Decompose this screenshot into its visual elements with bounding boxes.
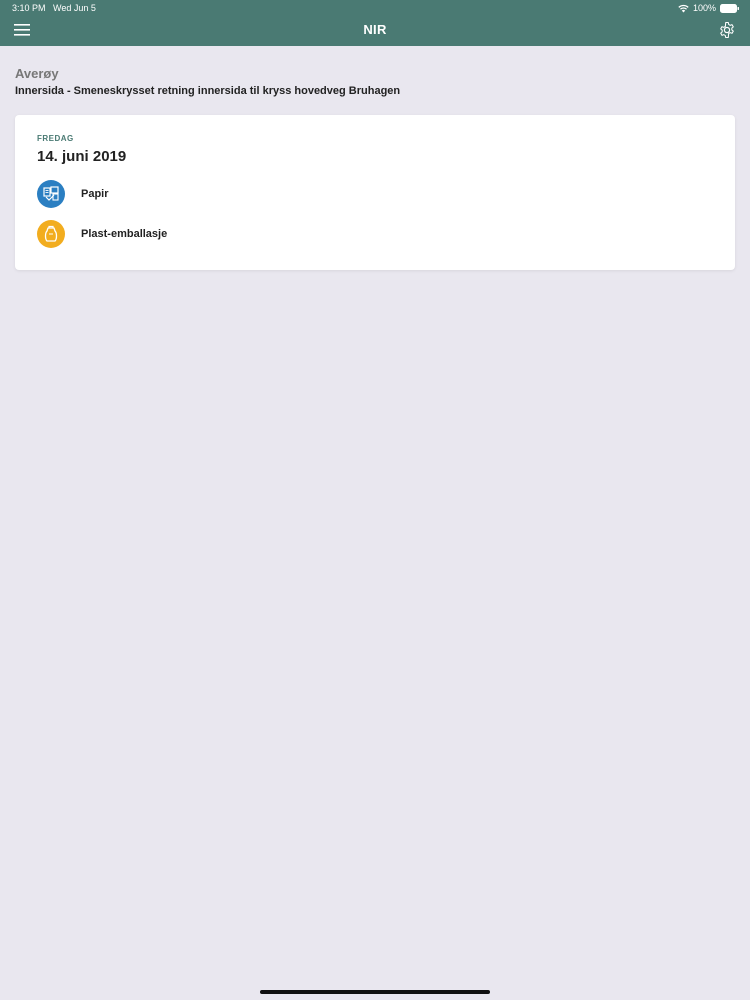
waste-item-papir: Papir bbox=[37, 180, 109, 208]
street-address: Innersida - Smeneskrysset retning inners… bbox=[15, 85, 401, 97]
gear-icon[interactable] bbox=[718, 21, 736, 39]
wifi-icon bbox=[678, 4, 689, 13]
battery-icon bbox=[720, 3, 740, 13]
status-time: 3:10 PM bbox=[12, 3, 46, 13]
status-indicators: 100% bbox=[678, 0, 740, 16]
paper-waste-icon bbox=[37, 180, 65, 208]
municipality-title: Averøy bbox=[15, 66, 59, 81]
battery-percentage: 100% bbox=[692, 3, 716, 13]
pickup-date: 14. juni 2019 bbox=[37, 148, 127, 165]
nav-bar: NIR bbox=[0, 16, 750, 46]
waste-item-plast: Plast-emballasje bbox=[37, 220, 167, 248]
waste-label: Papir bbox=[81, 188, 109, 200]
waste-label: Plast-emballasje bbox=[81, 228, 168, 240]
home-indicator[interactable] bbox=[260, 990, 490, 994]
status-date: Wed Jun 5 bbox=[53, 3, 96, 13]
pickup-weekday: FREDAG bbox=[37, 134, 74, 143]
location-block: Averøy Innersida - Smeneskrysset retning… bbox=[15, 66, 400, 97]
plastic-waste-icon bbox=[37, 220, 65, 248]
pickup-card[interactable]: FREDAG 14. juni 2019 Papir Plast-emballa… bbox=[15, 115, 735, 270]
status-bar: 3:10 PM Wed Jun 5 100% bbox=[0, 0, 750, 16]
app-title: NIR bbox=[363, 22, 387, 37]
app-header: 3:10 PM Wed Jun 5 100% NIR bbox=[0, 0, 750, 46]
